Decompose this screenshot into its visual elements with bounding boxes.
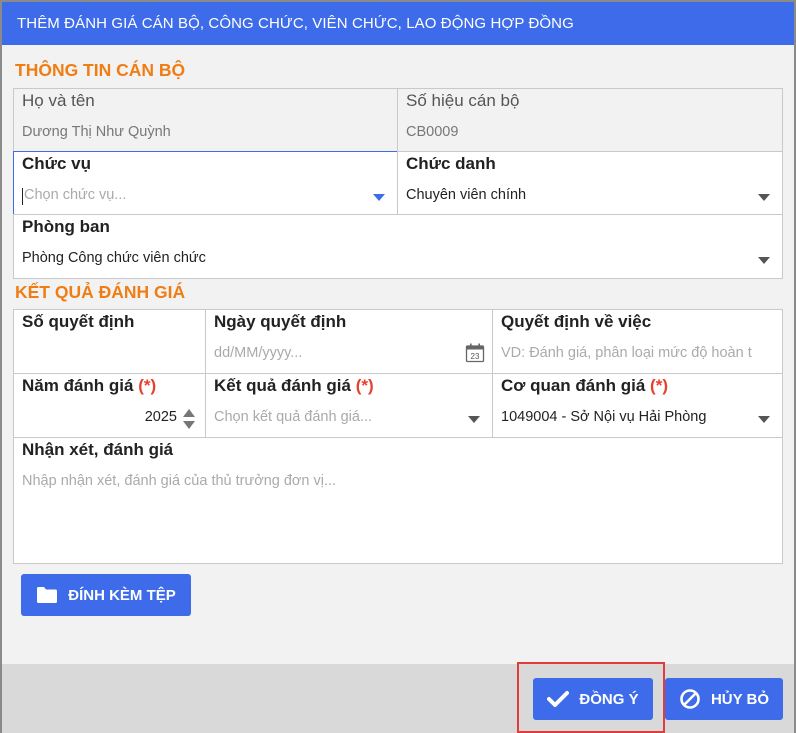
decision-number-label: Số quyết định (22, 312, 135, 331)
comment-placeholder: Nhập nhận xét, đánh giá của thủ trưởng đ… (22, 473, 337, 489)
decision-date-label: Ngày quyết định (214, 312, 347, 331)
chevron-down-icon[interactable] (468, 416, 480, 423)
year-value: 2025 (144, 409, 177, 425)
text-cursor (22, 188, 23, 205)
stepper-arrows-icon[interactable] (182, 408, 196, 430)
staff-code-field: Số hiệu cán bộ CB0009 (397, 88, 783, 152)
highlight-box (517, 662, 665, 733)
required-mark: (*) (355, 376, 374, 395)
agency-value: 1049004 - Sở Nội vụ Hải Phòng (501, 409, 707, 425)
position-select[interactable]: Chức vụ Chọn chức vụ... (13, 151, 398, 215)
agency-select[interactable]: Cơ quan đánh giá (*) 1049004 - Sở Nội vụ… (492, 373, 783, 438)
decision-about-placeholder: VD: Đánh giá, phân loại mức độ hoàn t (501, 345, 752, 361)
decision-about-label: Quyết định về việc (501, 312, 652, 331)
full-name-label: Họ và tên (22, 91, 95, 110)
required-mark: (*) (650, 376, 668, 395)
staff-code-label: Số hiệu cán bộ (406, 91, 520, 110)
department-select[interactable]: Phòng ban Phòng Công chức viên chức (13, 214, 783, 279)
required-mark: (*) (138, 376, 157, 395)
result-placeholder: Chọn kết quả đánh giá... (214, 409, 373, 425)
year-stepper[interactable]: Năm đánh giá (*) 2025 (13, 373, 206, 438)
chevron-down-icon[interactable] (758, 194, 770, 201)
comment-textarea[interactable]: Nhận xét, đánh giá Nhập nhận xét, đánh g… (13, 437, 783, 564)
dialog-title: THÊM ĐÁNH GIÁ CÁN BỘ, CÔNG CHỨC, VIÊN CH… (2, 2, 794, 45)
ban-icon (679, 688, 701, 710)
result-label: Kết quả đánh giá (*) (214, 376, 374, 395)
year-label: Năm đánh giá (*) (22, 376, 157, 395)
evaluation-dialog: THÊM ĐÁNH GIÁ CÁN BỘ, CÔNG CHỨC, VIÊN CH… (0, 0, 796, 733)
title-select[interactable]: Chức danh Chuyên viên chính (397, 151, 783, 215)
result-select[interactable]: Kết quả đánh giá (*) Chọn kết quả đánh g… (205, 373, 493, 438)
full-name-field: Họ và tên Dương Thị Như Quỳnh (13, 88, 398, 152)
title-value: Chuyên viên chính (406, 187, 527, 203)
agency-label: Cơ quan đánh giá (*) (501, 376, 668, 395)
position-label: Chức vụ (22, 154, 91, 173)
folder-icon (36, 586, 58, 604)
calendar-icon[interactable]: 23 (465, 343, 485, 363)
decision-date-placeholder: dd/MM/yyyy... (214, 345, 303, 361)
chevron-down-icon[interactable] (758, 257, 770, 264)
chevron-down-icon[interactable] (373, 194, 385, 201)
cancel-label: HỦY BỎ (710, 690, 770, 708)
chevron-down-icon[interactable] (758, 416, 770, 423)
calendar-day: 23 (471, 352, 480, 361)
decision-number-input[interactable]: Số quyết định (13, 309, 206, 374)
title-label: Chức danh (406, 154, 496, 173)
position-placeholder: Chọn chức vụ... (24, 187, 127, 203)
decision-about-input[interactable]: Quyết định về việc VD: Đánh giá, phân lo… (492, 309, 783, 374)
section-title-info: THÔNG TIN CÁN BỘ (15, 60, 186, 80)
attach-file-label: ĐÍNH KÈM TỆP (68, 586, 176, 604)
section-title-result: KẾT QUẢ ĐÁNH GIÁ (15, 282, 186, 302)
department-label: Phòng ban (22, 217, 110, 236)
full-name-value: Dương Thị Như Quỳnh (22, 124, 171, 140)
staff-code-value: CB0009 (406, 124, 459, 140)
cancel-button[interactable]: HỦY BỎ (665, 678, 783, 720)
decision-date-input[interactable]: Ngày quyết định dd/MM/yyyy... 23 (205, 309, 493, 374)
attach-file-button[interactable]: ĐÍNH KÈM TỆP (21, 574, 191, 616)
department-value: Phòng Công chức viên chức (22, 250, 206, 266)
comment-label: Nhận xét, đánh giá (22, 440, 174, 459)
